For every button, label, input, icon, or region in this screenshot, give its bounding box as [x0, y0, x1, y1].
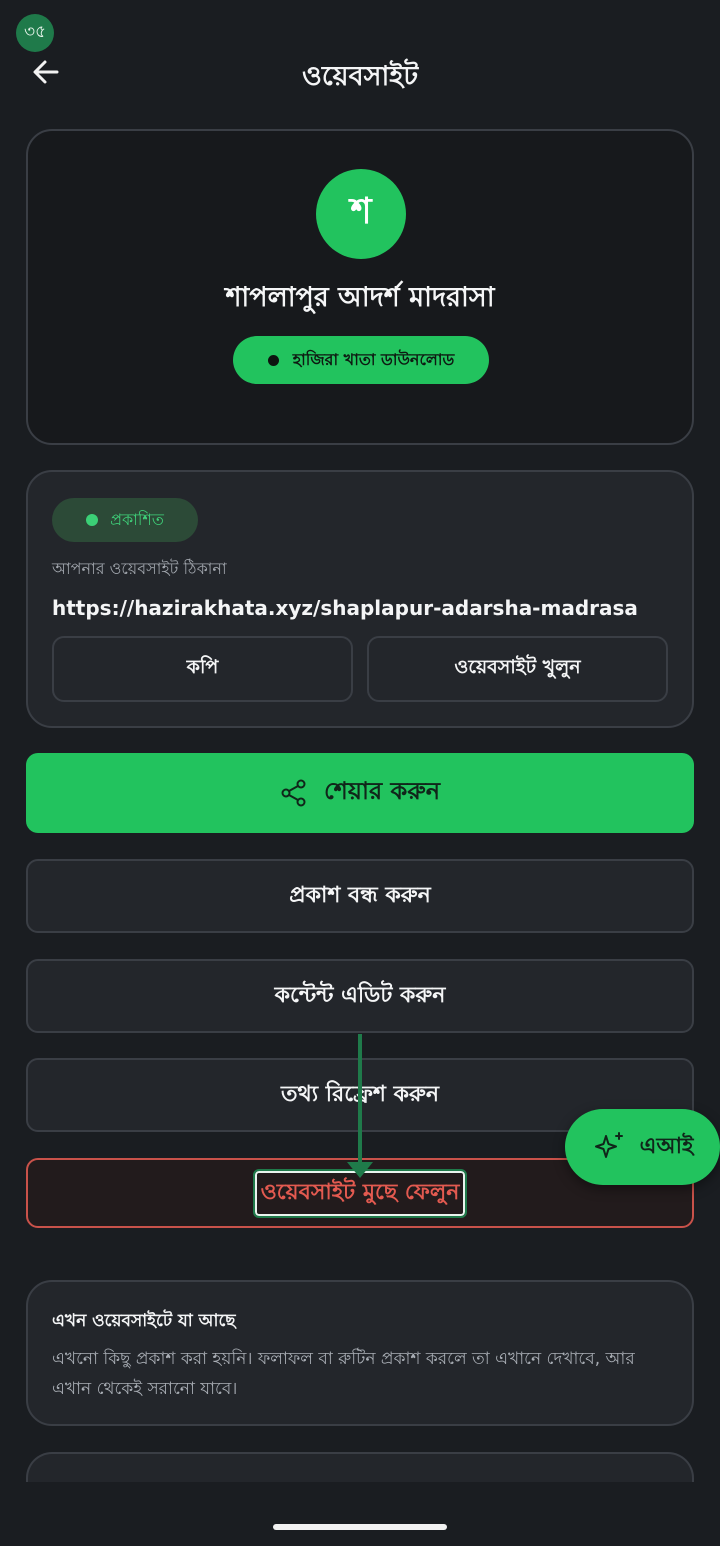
copy-button[interactable]: কপি	[52, 636, 353, 702]
info-body: এখনো কিছু প্রকাশ করা হয়নি। ফলাফল বা রুট…	[52, 1349, 635, 1399]
website-url[interactable]: https://hazirakhata.xyz/shaplapur-adarsh…	[52, 596, 638, 620]
notification-count-badge: ৩৫	[16, 14, 54, 52]
share-button[interactable]: শেয়ার করুন	[26, 753, 694, 833]
share-icon	[281, 779, 306, 807]
open-website-button[interactable]: ওয়েবসাইট খুলুন	[367, 636, 668, 702]
annotation-arrow-line	[358, 1034, 362, 1164]
ai-assistant-button[interactable]: এআই	[565, 1109, 720, 1185]
dot-icon	[267, 354, 279, 366]
unpublish-button[interactable]: প্রকাশ বন্ধ করুন	[26, 859, 694, 933]
current-content-card: এখন ওয়েবসাইটে যা আছে এখনো কিছু প্রকাশ ক…	[26, 1280, 694, 1426]
page-title: ওয়েবসাইট	[301, 61, 419, 92]
organization-name: শাপলাপুর আদর্শ মাদরাসা	[225, 282, 495, 313]
address-label: আপনার ওয়েবসাইট ঠিকানা	[52, 559, 227, 578]
share-label: শেয়ার করুন	[323, 777, 441, 805]
avatar: শ	[316, 169, 406, 259]
home-indicator[interactable]	[273, 1524, 447, 1530]
info-title: এখন ওয়েবসাইটে যা আছে	[52, 1311, 236, 1331]
bottom-area	[0, 1482, 720, 1546]
status-dot-icon	[86, 514, 99, 526]
sparkle-icon	[594, 1132, 623, 1158]
website-address-card: প্রকাশিত আপনার ওয়েবসাইট ঠিকানা https://…	[26, 470, 694, 728]
pill-label: হাজিরা খাতা ডাউনলোড	[292, 349, 455, 369]
site-profile-card: শ শাপলাপুর আদর্শ মাদরাসা হাজিরা খাতা ডাউ…	[26, 129, 694, 445]
edit-content-button[interactable]: কন্টেন্ট এডিট করুন	[26, 959, 694, 1033]
annotation-arrow-head	[347, 1162, 373, 1178]
ai-label: এআই	[639, 1133, 694, 1159]
attendance-download-pill[interactable]: হাজিরা খাতা ডাউনলোড	[233, 336, 489, 384]
published-status-badge: প্রকাশিত	[52, 498, 198, 542]
status-label: প্রকাশিত	[110, 509, 164, 529]
